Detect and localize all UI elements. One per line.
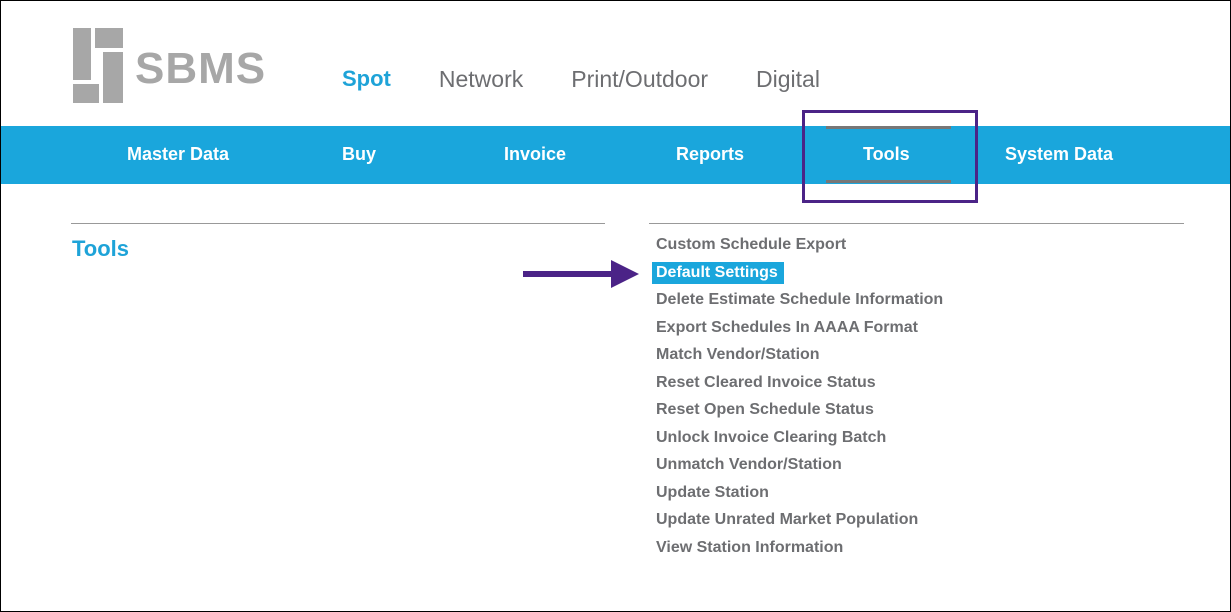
nav-buy[interactable]: Buy <box>342 126 376 184</box>
tab-spot[interactable]: Spot <box>342 66 391 92</box>
nav-system-data[interactable]: System Data <box>1005 126 1113 184</box>
tab-digital[interactable]: Digital <box>756 66 820 92</box>
logo-mark-icon <box>73 28 123 103</box>
tool-view-station-information[interactable]: View Station Information <box>652 537 951 565</box>
logo-text: SBMS <box>135 44 267 93</box>
list-item-label: Delete Estimate Schedule Information <box>656 291 944 308</box>
tool-custom-schedule-export[interactable]: Custom Schedule Export <box>652 234 951 262</box>
tab-print-outdoor[interactable]: Print/Outdoor <box>571 66 708 92</box>
tool-reset-cleared-invoice-status[interactable]: Reset Cleared Invoice Status <box>652 372 951 400</box>
sbms-logo[interactable]: SBMS <box>73 28 273 103</box>
tool-reset-open-schedule-status[interactable]: Reset Open Schedule Status <box>652 399 951 427</box>
list-item-label: Custom Schedule Export <box>656 236 847 253</box>
list-item-label: Default Settings <box>652 261 784 284</box>
tools-list: Custom Schedule Export Default Settings … <box>652 234 951 564</box>
annotation-arrow-icon <box>523 260 639 288</box>
list-item-label: Unmatch Vendor/Station <box>656 456 842 473</box>
list-item-label: Match Vendor/Station <box>656 346 820 363</box>
nav-master-data[interactable]: Master Data <box>127 126 229 184</box>
list-item-label: Reset Open Schedule Status <box>656 401 874 418</box>
section-title: Tools <box>72 236 130 261</box>
tool-unmatch-vendor-station[interactable]: Unmatch Vendor/Station <box>652 454 951 482</box>
nav-invoice[interactable]: Invoice <box>504 126 566 184</box>
tool-unlock-invoice-clearing-batch[interactable]: Unlock Invoice Clearing Batch <box>652 427 951 455</box>
tool-update-station[interactable]: Update Station <box>652 482 951 510</box>
tool-default-settings[interactable]: Default Settings <box>652 261 951 290</box>
list-item-label: View Station Information <box>656 538 844 556</box>
tools-annotation-box <box>802 110 978 203</box>
list-item-label: Reset Cleared Invoice Status <box>656 373 876 391</box>
left-divider <box>71 223 605 224</box>
main-nav-bar: Master Data Buy Invoice Reports Tools Sy… <box>1 126 1230 184</box>
tool-export-schedules-aaaa[interactable]: Export Schedules In AAAA Format <box>652 317 951 345</box>
tab-network[interactable]: Network <box>439 66 523 92</box>
list-item-label: Update Unrated Market Population <box>656 511 919 528</box>
tool-delete-estimate-schedule-information[interactable]: Delete Estimate Schedule Information <box>652 289 951 317</box>
tool-match-vendor-station[interactable]: Match Vendor/Station <box>652 344 951 372</box>
list-item-label: Update Station <box>656 483 769 501</box>
list-item-label: Unlock Invoice Clearing Batch <box>656 428 887 446</box>
right-divider <box>649 223 1184 224</box>
top-tabs: Spot Network Print/Outdoor Digital <box>342 66 868 92</box>
nav-reports[interactable]: Reports <box>676 126 744 184</box>
tool-update-unrated-market-population[interactable]: Update Unrated Market Population <box>652 509 951 537</box>
list-item-label: Export Schedules In AAAA Format <box>656 318 918 336</box>
